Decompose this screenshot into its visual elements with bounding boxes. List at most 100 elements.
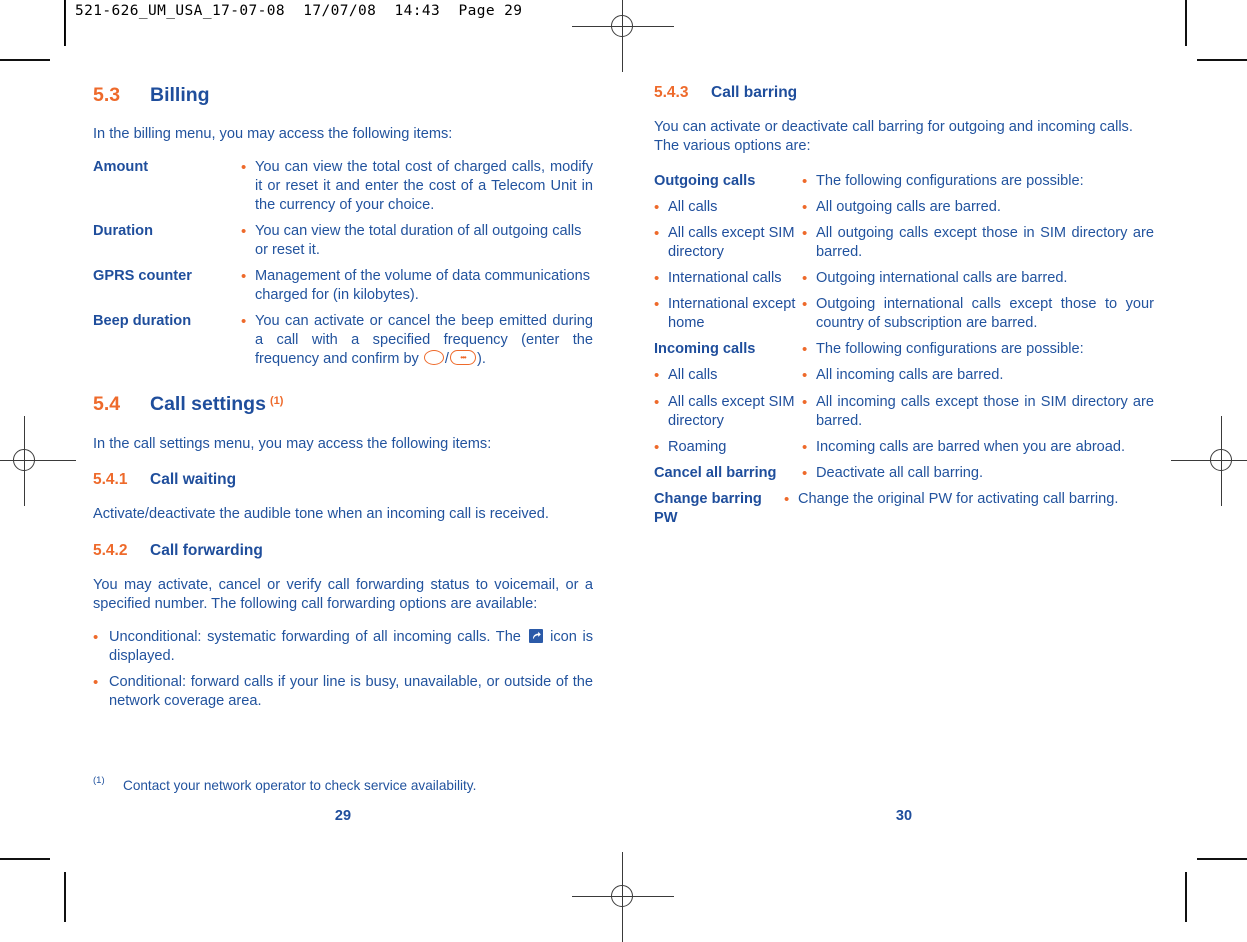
call-settings-intro-text: In the call settings menu, you may acces… [93, 435, 492, 452]
barring-desc-outgoing-except-sim: All outgoing calls except those in SIM d… [816, 225, 1154, 261]
billing-term-gprs-counter: GPRS counter [93, 268, 192, 285]
barring-desc-cancel-all: Deactivate all call barring. [816, 464, 984, 481]
barring-desc-change-pw: Change the original PW for activating ca… [798, 490, 1119, 507]
barring-row-incoming-except-sim: • All calls except SIM directory • All in… [654, 393, 1154, 431]
bullet-glyph: • [802, 270, 808, 288]
barring-row-incoming-all-calls: • All calls • All incoming calls are barr… [654, 366, 1154, 385]
barring-desc-international-except-home: Outgoing international calls except thos… [816, 296, 1154, 332]
heading-call-settings-number: 5.4 [93, 393, 121, 416]
heading-call-forwarding-title: Call forwarding [150, 542, 263, 560]
footnote-text: Contact your network operator to check s… [123, 778, 477, 793]
bullet-glyph: • [93, 629, 99, 646]
billing-desc-gprs-counter: Management of the volume of data communi… [255, 268, 591, 304]
barring-row-change-pw: Change barring PW • Change the original … [654, 490, 1154, 528]
bullet-glyph: • [654, 198, 660, 216]
barring-row-international-except-home: • International except home • Outgoing in… [654, 295, 1154, 333]
bullet-glyph: • [802, 198, 808, 216]
barring-term-label: International calls [668, 270, 782, 287]
bullet-glyph: • [654, 393, 660, 411]
bullet-glyph: • [241, 313, 247, 331]
bullet-glyph: • [654, 438, 660, 456]
bullet-glyph: • [654, 367, 660, 385]
billing-row-beep-duration: Beep duration • You can activate or canc… [93, 312, 593, 369]
page-number-left: 29 [334, 808, 352, 824]
heading-billing: 5.3 Billing [93, 84, 593, 106]
printed-page-spread: 521-626_UM_USA_17-07-08 17/07/08 14:43 P… [0, 0, 1247, 942]
bullet-glyph: • [802, 438, 808, 456]
bullet-glyph: • [802, 225, 808, 243]
barring-term-international-except-home: • International except home [654, 295, 802, 333]
crop-mark-bottom-right-vertical [1185, 872, 1187, 922]
page-footnote: (1) Contact your network operator to che… [93, 775, 593, 795]
bullet-glyph: • [654, 296, 660, 314]
barring-desc-roaming: Incoming calls are barred when you are a… [816, 438, 1126, 455]
bullet-glyph: • [654, 270, 660, 288]
barring-desc-incoming-except-sim: All incoming calls except those in SIM d… [816, 393, 1154, 429]
list-item: • Unconditional: systematic forwarding o… [93, 628, 593, 666]
page-number-right: 30 [895, 808, 913, 824]
confirm-key-icon: ••• [449, 350, 476, 366]
call-forwarding-options-list: • Unconditional: systematic forwarding o… [93, 628, 593, 711]
crop-mark-bottom-left-horizontal [0, 858, 50, 860]
right-page-column: 5.4.3 Call barring You can activate or d… [654, 84, 1154, 535]
barring-term-label: Incoming calls [654, 341, 756, 358]
heading-call-forwarding-number: 5.4.2 [93, 542, 128, 560]
barring-term-label: Roaming [668, 438, 727, 455]
bullet-glyph: • [784, 490, 790, 508]
heading-call-settings: 5.4 Call settings (1) [93, 393, 593, 415]
footnote-marker: (1) [93, 775, 105, 786]
barring-term-label: All calls [668, 198, 718, 215]
barring-term-outgoing-all-calls: • All calls [654, 198, 802, 217]
call-forwarding-unconditional-text: Unconditional: systematic forwarding of … [109, 628, 593, 666]
barring-desc-incoming-calls: The following configurations are possibl… [816, 341, 1084, 358]
crop-mark-top-right-horizontal [1197, 59, 1247, 61]
barring-row-incoming-calls: Incoming calls • The following configura… [654, 340, 1154, 359]
billing-term-amount: Amount [93, 159, 149, 176]
barring-term-incoming-except-sim: • All calls except SIM directory [654, 393, 802, 431]
beep-desc-part2: ). [476, 351, 486, 368]
barring-term-label: All calls [668, 367, 718, 384]
barring-term-roaming: • Roaming [654, 438, 802, 457]
billing-intro-text: In the billing menu, you may access the … [93, 126, 453, 143]
barring-row-outgoing-except-sim: • All calls except SIM directory • All ou… [654, 224, 1154, 262]
barring-row-roaming: • Roaming • Incoming calls are barred whe… [654, 438, 1154, 457]
key-separator: / [444, 351, 449, 368]
barring-term-outgoing-except-sim: • All calls except SIM directory [654, 224, 802, 262]
barring-term-label: All calls except SIM directory [668, 393, 795, 429]
billing-term-beep-duration: Beep duration [93, 313, 192, 330]
bullet-glyph: • [802, 464, 808, 482]
billing-desc-duration: You can view the total duration of all o… [255, 223, 582, 259]
call-waiting-body-text: Activate/deactivate the audible tone whe… [93, 506, 549, 523]
registration-mark-left-center [0, 416, 76, 506]
barring-term-label: All calls except SIM directory [668, 225, 795, 261]
billing-row-duration: Duration • You can view the total durati… [93, 222, 593, 260]
barring-term-outgoing-calls: Outgoing calls [654, 172, 802, 191]
barring-term-label: International except home [668, 296, 796, 332]
round-key-icon [423, 350, 444, 366]
unconditional-part1: Unconditional: systematic forwarding of … [109, 629, 527, 645]
barring-row-outgoing-all-calls: • All calls • All outgoing calls are barr… [654, 198, 1154, 217]
bullet-glyph: • [241, 268, 247, 286]
list-item: • Conditional: forward calls if your lin… [93, 673, 593, 711]
barring-row-international-calls: • International calls • Outgoing internat… [654, 269, 1154, 288]
heading-call-barring-title: Call barring [711, 84, 798, 101]
crop-mark-top-left-horizontal [0, 59, 50, 61]
bullet-glyph: • [93, 673, 99, 691]
heading-billing-number: 5.3 [93, 84, 121, 106]
heading-call-barring: 5.4.3 Call barring [654, 84, 1154, 102]
heading-call-barring-number: 5.4.3 [654, 84, 689, 101]
print-slug-text: 521-626_UM_USA_17-07-08 17/07/08 14:43 P… [75, 3, 523, 19]
barring-desc-outgoing-calls: The following configurations are possibl… [816, 172, 1084, 189]
call-barring-intro-text: You can activate or deactivate call barr… [654, 118, 1133, 154]
barring-term-label: Change barring PW [654, 490, 762, 526]
heading-call-waiting-title: Call waiting [150, 471, 237, 489]
bullet-glyph: • [802, 341, 808, 359]
heading-call-forwarding: 5.4.2 Call forwarding [93, 542, 593, 560]
barring-term-cancel-all: Cancel all barring [654, 464, 802, 483]
barring-row-outgoing-calls: Outgoing calls • The following configura… [654, 172, 1154, 191]
call-forwarding-body-text: You may activate, cancel or verify call … [93, 577, 593, 613]
heading-billing-title: Billing [150, 84, 210, 106]
crop-mark-top-right-vertical [1185, 0, 1187, 46]
crop-mark-bottom-left-vertical [64, 872, 66, 922]
registration-mark-bottom-center [572, 852, 674, 942]
